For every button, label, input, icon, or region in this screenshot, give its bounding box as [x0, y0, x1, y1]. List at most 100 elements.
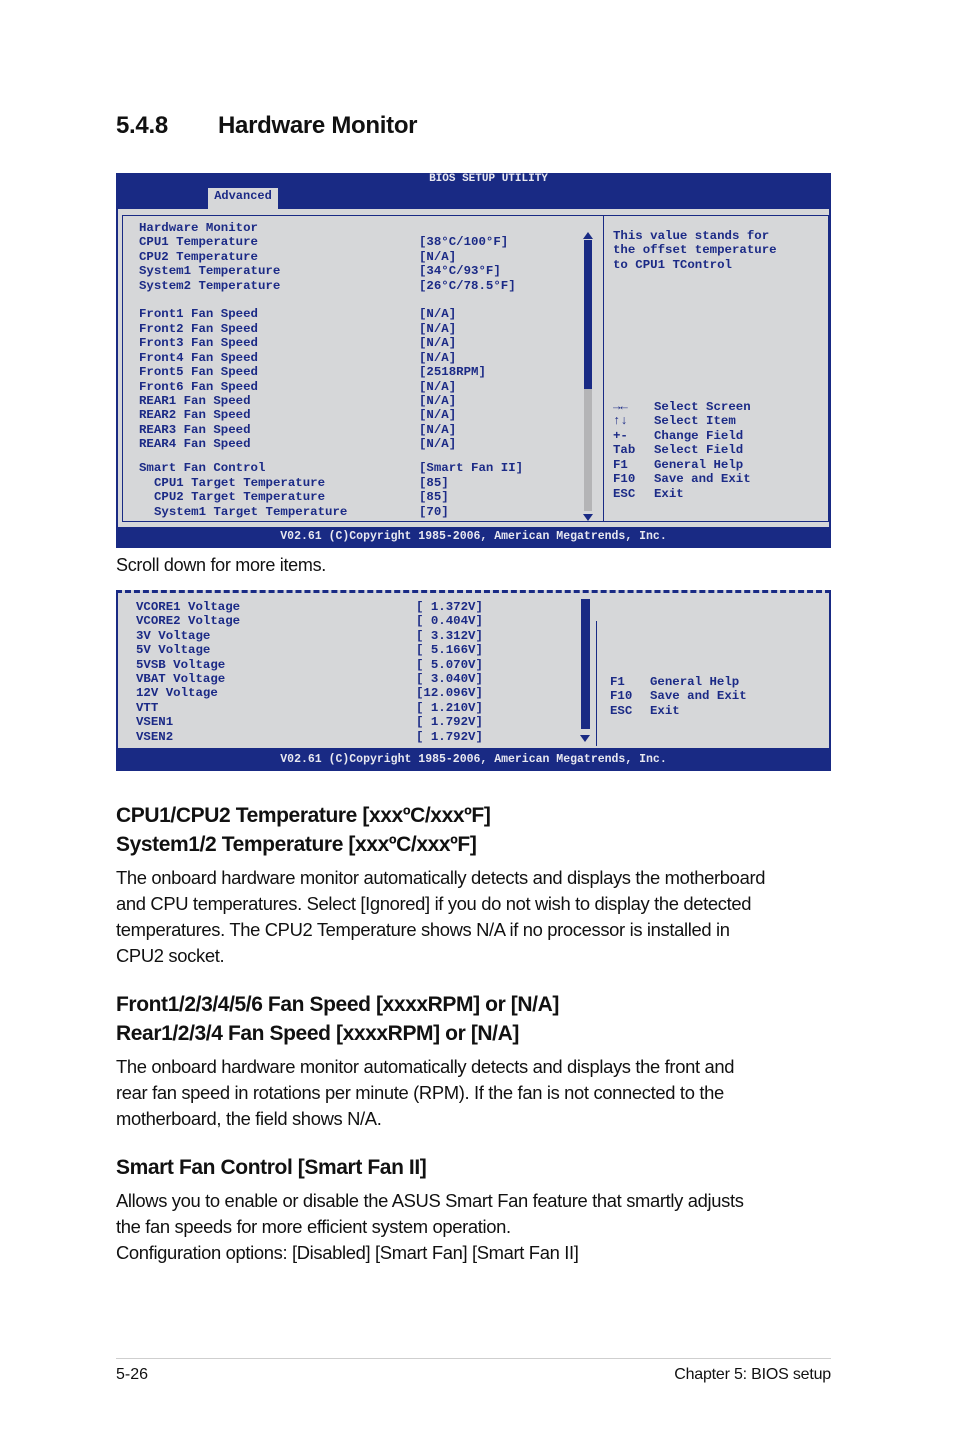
menu-item-label[interactable]: Front1 Fan Speed — [139, 307, 258, 321]
menu-item-value: [N/A] — [419, 380, 457, 394]
key-hint: +- — [613, 429, 628, 443]
menu-item-label[interactable]: CPU2 Temperature — [139, 250, 258, 264]
bios-heading: Hardware Monitor — [139, 221, 258, 235]
menu-item-value: [ 5.070V] — [416, 658, 483, 672]
help-line: This value stands for — [613, 229, 770, 243]
bios-footer: V02.61 (C)Copyright 1985-2006, American … — [116, 527, 831, 548]
menu-item-label[interactable]: REAR2 Fan Speed — [139, 408, 251, 422]
scroll-thumb[interactable] — [581, 599, 590, 729]
body-line: motherboard, the field shows N/A. — [116, 1108, 382, 1129]
key-hint-action: Select Item — [654, 414, 736, 428]
section-heading: Rear1/2/3/4 Fan Speed [xxxxRPM] or [N/A] — [116, 1022, 519, 1045]
body-line: The onboard hardware monitor automatical… — [116, 867, 766, 888]
menu-item-label[interactable]: VCORE2 Voltage — [136, 614, 240, 628]
key-hint: F1 — [610, 675, 625, 689]
page-number: 5-26 — [116, 1366, 149, 1383]
menu-item-label[interactable]: VSEN1 — [136, 715, 173, 729]
menu-item-label[interactable]: VCORE1 Voltage — [136, 600, 240, 614]
menu-item-value: [12.096V] — [416, 686, 483, 700]
menu-item-label[interactable]: Front3 Fan Speed — [139, 336, 258, 350]
menu-item-label[interactable]: System1 Temperature — [139, 264, 280, 278]
menu-item-value: [N/A] — [419, 322, 457, 336]
menu-item-label[interactable]: Front4 Fan Speed — [139, 351, 258, 365]
chapter-label: Chapter 5: BIOS setup — [674, 1366, 831, 1383]
menu-item-value: [N/A] — [419, 437, 457, 451]
menu-item-label[interactable]: Smart Fan Control — [139, 461, 265, 475]
key-hint: ↑↓ — [613, 414, 628, 428]
menu-item-label[interactable]: VSEN2 — [136, 730, 173, 744]
menu-item-value: [ 1.372V] — [416, 600, 483, 614]
menu-item-label[interactable]: VBAT Voltage — [136, 672, 225, 686]
menu-item-label[interactable]: System2 Temperature — [139, 279, 280, 293]
bios-inner-frame: Hardware Monitor CPU1 Temperature [38°C/… — [122, 215, 829, 522]
bios-main-panel: Hardware Monitor CPU1 Temperature [38°C/… — [116, 209, 831, 529]
body-line: Allows you to enable or disable the ASUS… — [116, 1190, 744, 1211]
menu-item-value[interactable]: [85] — [419, 476, 449, 490]
section-title: Hardware Monitor — [218, 112, 418, 139]
key-hint: Tab — [613, 443, 636, 457]
menu-item-label[interactable]: CPU1 Target Temperature — [154, 476, 325, 490]
scroll-thumb[interactable] — [584, 240, 592, 389]
footer-rule — [116, 1358, 831, 1359]
menu-item-label[interactable]: REAR1 Fan Speed — [139, 394, 251, 408]
key-hint-action: Select Field — [654, 443, 744, 457]
menu-item-value: [ 0.404V] — [416, 614, 483, 628]
menu-item-value: [ 1.210V] — [416, 701, 483, 715]
menu-item-value[interactable]: [70] — [419, 505, 449, 519]
bios-title: BIOS SETUP UTILITY — [429, 173, 548, 185]
scrollbar[interactable] — [583, 232, 593, 522]
menu-item-label[interactable]: REAR4 Fan Speed — [139, 437, 251, 451]
section-number: 5.4.8 — [116, 112, 168, 139]
key-hint-action: General Help — [654, 458, 744, 472]
key-hint-action: Exit — [654, 487, 684, 501]
menu-item-label[interactable]: Front6 Fan Speed — [139, 380, 258, 394]
scrollbar[interactable] — [580, 599, 590, 744]
body-line: and CPU temperatures. Select [Ignored] i… — [116, 893, 752, 914]
key-hint-action: Exit — [650, 704, 680, 718]
key-hint: F10 — [610, 689, 633, 703]
body-line: temperatures. The CPU2 Temperature shows… — [116, 919, 730, 940]
menu-item-label[interactable]: REAR3 Fan Speed — [139, 423, 251, 437]
bios-scrolled-panel: VCORE1 Voltage [ 1.372V] VCORE2 Voltage … — [116, 590, 831, 750]
body-line: rear fan speed in rotations per minute (… — [116, 1082, 724, 1103]
menu-item-label[interactable]: 5V Voltage — [136, 643, 210, 657]
menu-item-value: [38°C/100°F] — [419, 235, 509, 249]
menu-item-label[interactable]: 12V Voltage — [136, 686, 218, 700]
body-line: Configuration options: [Disabled] [Smart… — [116, 1242, 579, 1263]
bios-footer: V02.61 (C)Copyright 1985-2006, American … — [116, 750, 831, 771]
key-hint-action: Save and Exit — [650, 689, 747, 703]
key-hint: ESC — [610, 704, 633, 718]
menu-item-value: [N/A] — [419, 336, 457, 350]
menu-item-label[interactable]: Front2 Fan Speed — [139, 322, 258, 336]
menu-item-value: [2518RPM] — [419, 365, 486, 379]
menu-item-value: [ 5.166V] — [416, 643, 483, 657]
menu-item-value: [N/A] — [419, 250, 457, 264]
menu-item-label[interactable]: VTT — [136, 701, 158, 715]
menu-item-label[interactable]: 3V Voltage — [136, 629, 210, 643]
bios-header-bar: BIOS SETUP UTILITY Advanced — [116, 173, 831, 209]
menu-item-label[interactable]: 5VSB Voltage — [136, 658, 225, 672]
body-line: CPU2 socket. — [116, 945, 225, 966]
key-hint-action: Select Screen — [654, 400, 751, 414]
menu-item-value: [ 3.312V] — [416, 629, 483, 643]
section-heading: System1/2 Temperature [xxxºC/xxxºF] — [116, 833, 477, 856]
menu-item-value[interactable]: [Smart Fan II] — [419, 461, 523, 475]
menu-item-label[interactable]: CPU2 Target Temperature — [154, 490, 325, 504]
menu-item-label[interactable]: CPU1 Temperature — [139, 235, 258, 249]
body-line: The onboard hardware monitor automatical… — [116, 1056, 735, 1077]
help-line: the offset temperature — [613, 243, 777, 257]
menu-item-label[interactable]: Front5 Fan Speed — [139, 365, 258, 379]
panel-divider — [603, 216, 604, 522]
key-hint-action: Change Field — [654, 429, 744, 443]
tab-advanced[interactable]: Advanced — [208, 188, 278, 209]
section-heading: CPU1/CPU2 Temperature [xxxºC/xxxºF] — [116, 804, 491, 827]
scroll-down-arrow-icon[interactable] — [583, 514, 593, 521]
menu-item-label[interactable]: System1 Target Temperature — [154, 505, 347, 519]
menu-item-value: [N/A] — [419, 351, 457, 365]
scroll-up-arrow-icon[interactable] — [583, 232, 593, 239]
scroll-down-arrow-icon[interactable] — [580, 735, 590, 742]
menu-item-value[interactable]: [85] — [419, 490, 449, 504]
panel-divider — [596, 621, 597, 746]
help-line: to CPU1 TControl — [613, 258, 732, 272]
key-hint: F10 — [613, 472, 636, 486]
